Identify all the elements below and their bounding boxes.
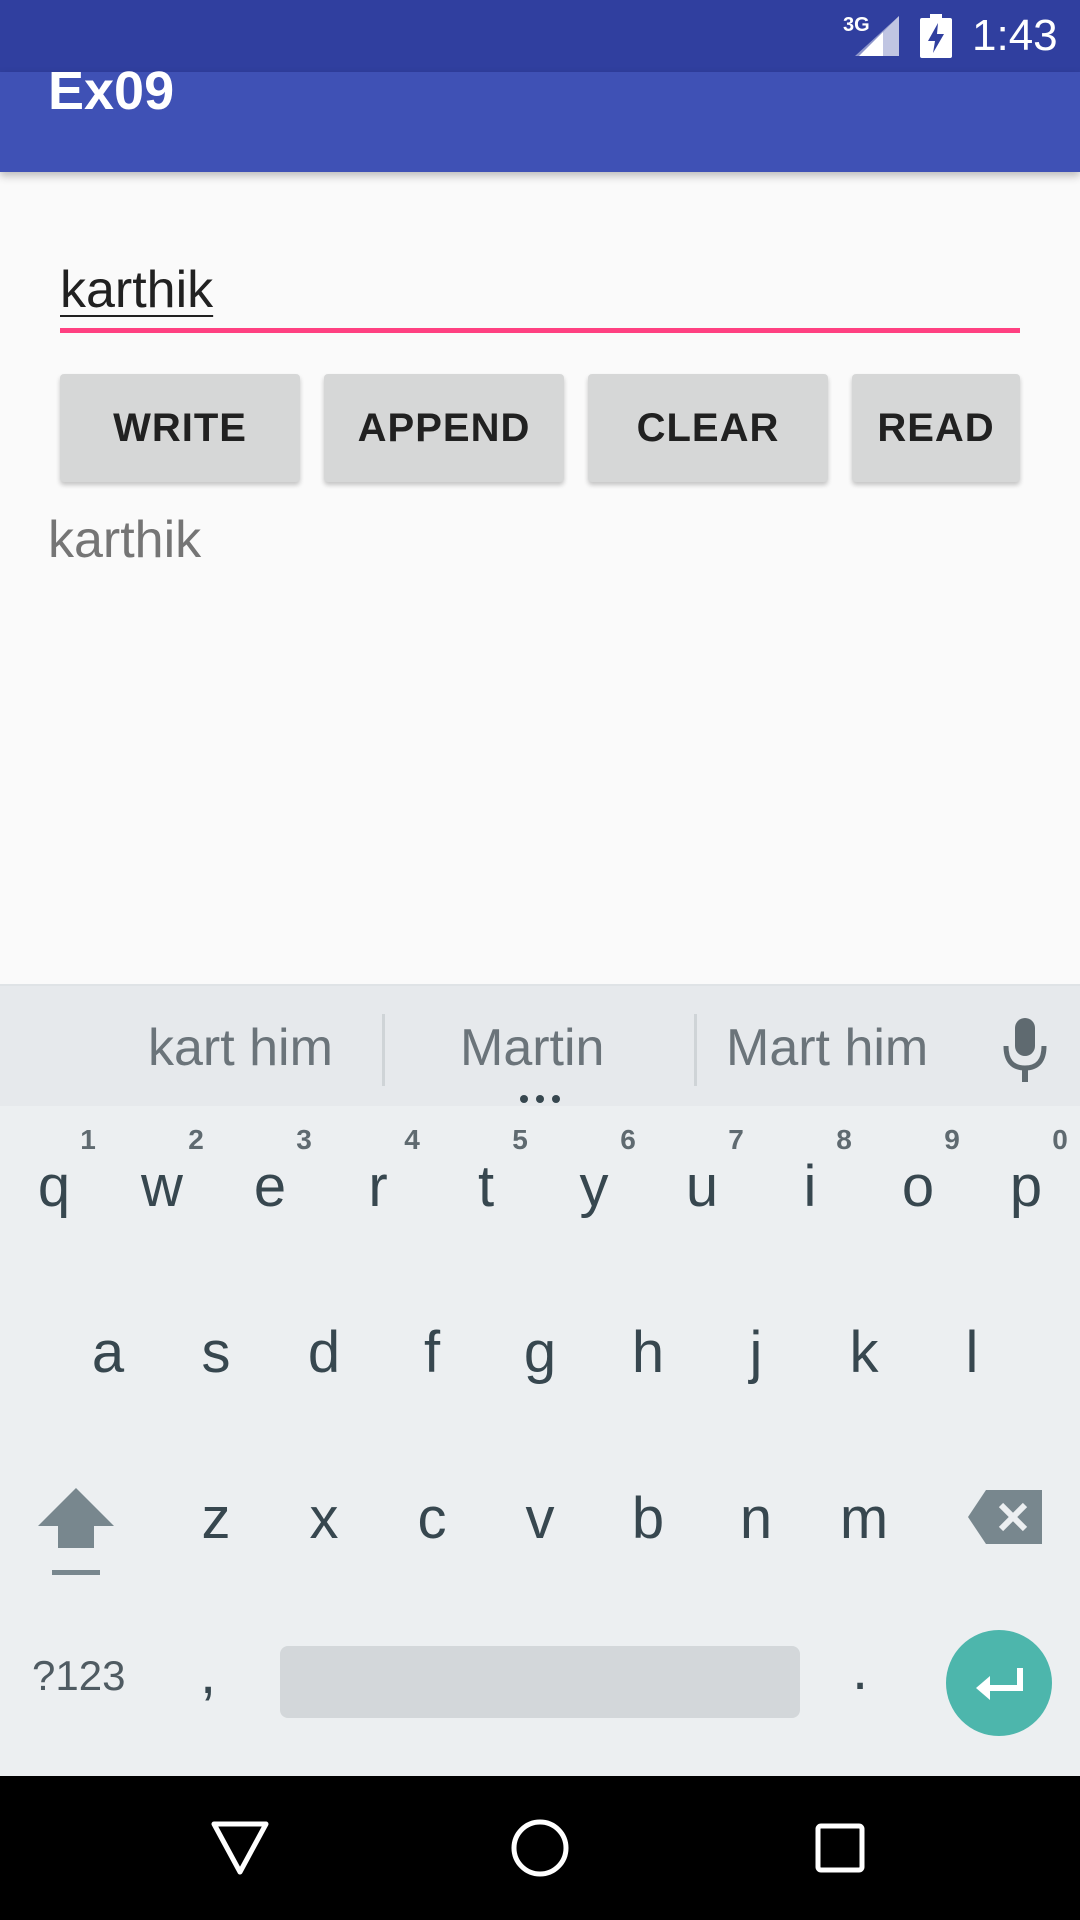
key-n[interactable]: n [711, 1484, 801, 1554]
key-hint-0: 0 [1052, 1124, 1068, 1155]
key-f[interactable]: f [387, 1318, 477, 1388]
write-button[interactable]: WRITE [60, 374, 300, 482]
home-icon[interactable] [510, 1818, 570, 1878]
key-hint-4: 4 [404, 1124, 420, 1155]
key-hint-9: 9 [944, 1124, 960, 1155]
mic-icon[interactable] [1000, 1018, 1050, 1084]
key-hint-1: 1 [80, 1124, 96, 1155]
suggestion-1[interactable]: kart him [148, 1016, 333, 1080]
recent-apps-icon[interactable] [814, 1822, 866, 1874]
text-input-field[interactable]: karthik [60, 250, 1020, 334]
suggestion-2[interactable]: Martin [460, 1016, 604, 1080]
key-h[interactable]: h [603, 1318, 693, 1388]
key-q[interactable]: q [9, 1152, 99, 1222]
key-hint-2: 2 [188, 1124, 204, 1155]
key-t[interactable]: t [441, 1152, 531, 1222]
key-c[interactable]: c [387, 1484, 477, 1554]
enter-key[interactable] [946, 1630, 1052, 1736]
app-bar: Ex09 [0, 61, 1080, 172]
clock: 1:43 [972, 11, 1058, 60]
symbols-key[interactable]: ?123 [32, 1652, 125, 1700]
key-l[interactable]: l [927, 1318, 1017, 1388]
app-title: Ex09 [48, 61, 175, 121]
key-s[interactable]: s [171, 1318, 261, 1388]
enter-icon [976, 1668, 1023, 1700]
key-p[interactable]: p [981, 1152, 1071, 1222]
key-o[interactable]: o [873, 1152, 963, 1222]
key-a[interactable]: a [63, 1318, 153, 1388]
key-e[interactable]: e [225, 1152, 315, 1222]
more-suggestions-icon[interactable] [516, 1094, 564, 1104]
input-underline [60, 328, 1020, 333]
clear-button[interactable]: CLEAR [588, 374, 828, 482]
suggestion-3[interactable]: Mart him [726, 1016, 928, 1080]
shift-icon[interactable] [38, 1488, 114, 1578]
key-g[interactable]: g [495, 1318, 585, 1388]
key-u[interactable]: u [657, 1152, 747, 1222]
key-i[interactable]: i [765, 1152, 855, 1222]
back-icon[interactable] [210, 1820, 270, 1876]
suggestion-strip: kart him Martin Mart him [0, 984, 1080, 1106]
key-b[interactable]: b [603, 1484, 693, 1554]
key-w[interactable]: w [117, 1152, 207, 1222]
key-y[interactable]: y [549, 1152, 639, 1222]
key-v[interactable]: v [495, 1484, 585, 1554]
suggestion-divider [382, 1014, 385, 1086]
key-d[interactable]: d [279, 1318, 369, 1388]
key-hint-5: 5 [512, 1124, 528, 1155]
suggestion-divider [694, 1014, 697, 1086]
key-hint-3: 3 [296, 1124, 312, 1155]
output-text: karthik [48, 511, 202, 569]
append-button[interactable]: APPEND [324, 374, 564, 482]
comma-key[interactable]: , [200, 1640, 216, 1707]
battery-charging-icon [920, 14, 952, 58]
key-r[interactable]: r [333, 1152, 423, 1222]
key-hint-6: 6 [620, 1124, 636, 1155]
key-hint-7: 7 [728, 1124, 744, 1155]
backspace-icon[interactable] [968, 1490, 1042, 1544]
key-hint-8: 8 [836, 1124, 852, 1155]
text-input-value[interactable]: karthik [60, 260, 213, 320]
key-x[interactable]: x [279, 1484, 369, 1554]
space-bar[interactable] [280, 1646, 800, 1718]
key-z[interactable]: z [171, 1484, 261, 1554]
key-m[interactable]: m [819, 1484, 909, 1554]
key-j[interactable]: j [711, 1318, 801, 1388]
signal-icon [855, 16, 899, 56]
key-k[interactable]: k [819, 1318, 909, 1388]
read-button[interactable]: READ [852, 374, 1020, 482]
period-key[interactable]: . [852, 1636, 868, 1703]
